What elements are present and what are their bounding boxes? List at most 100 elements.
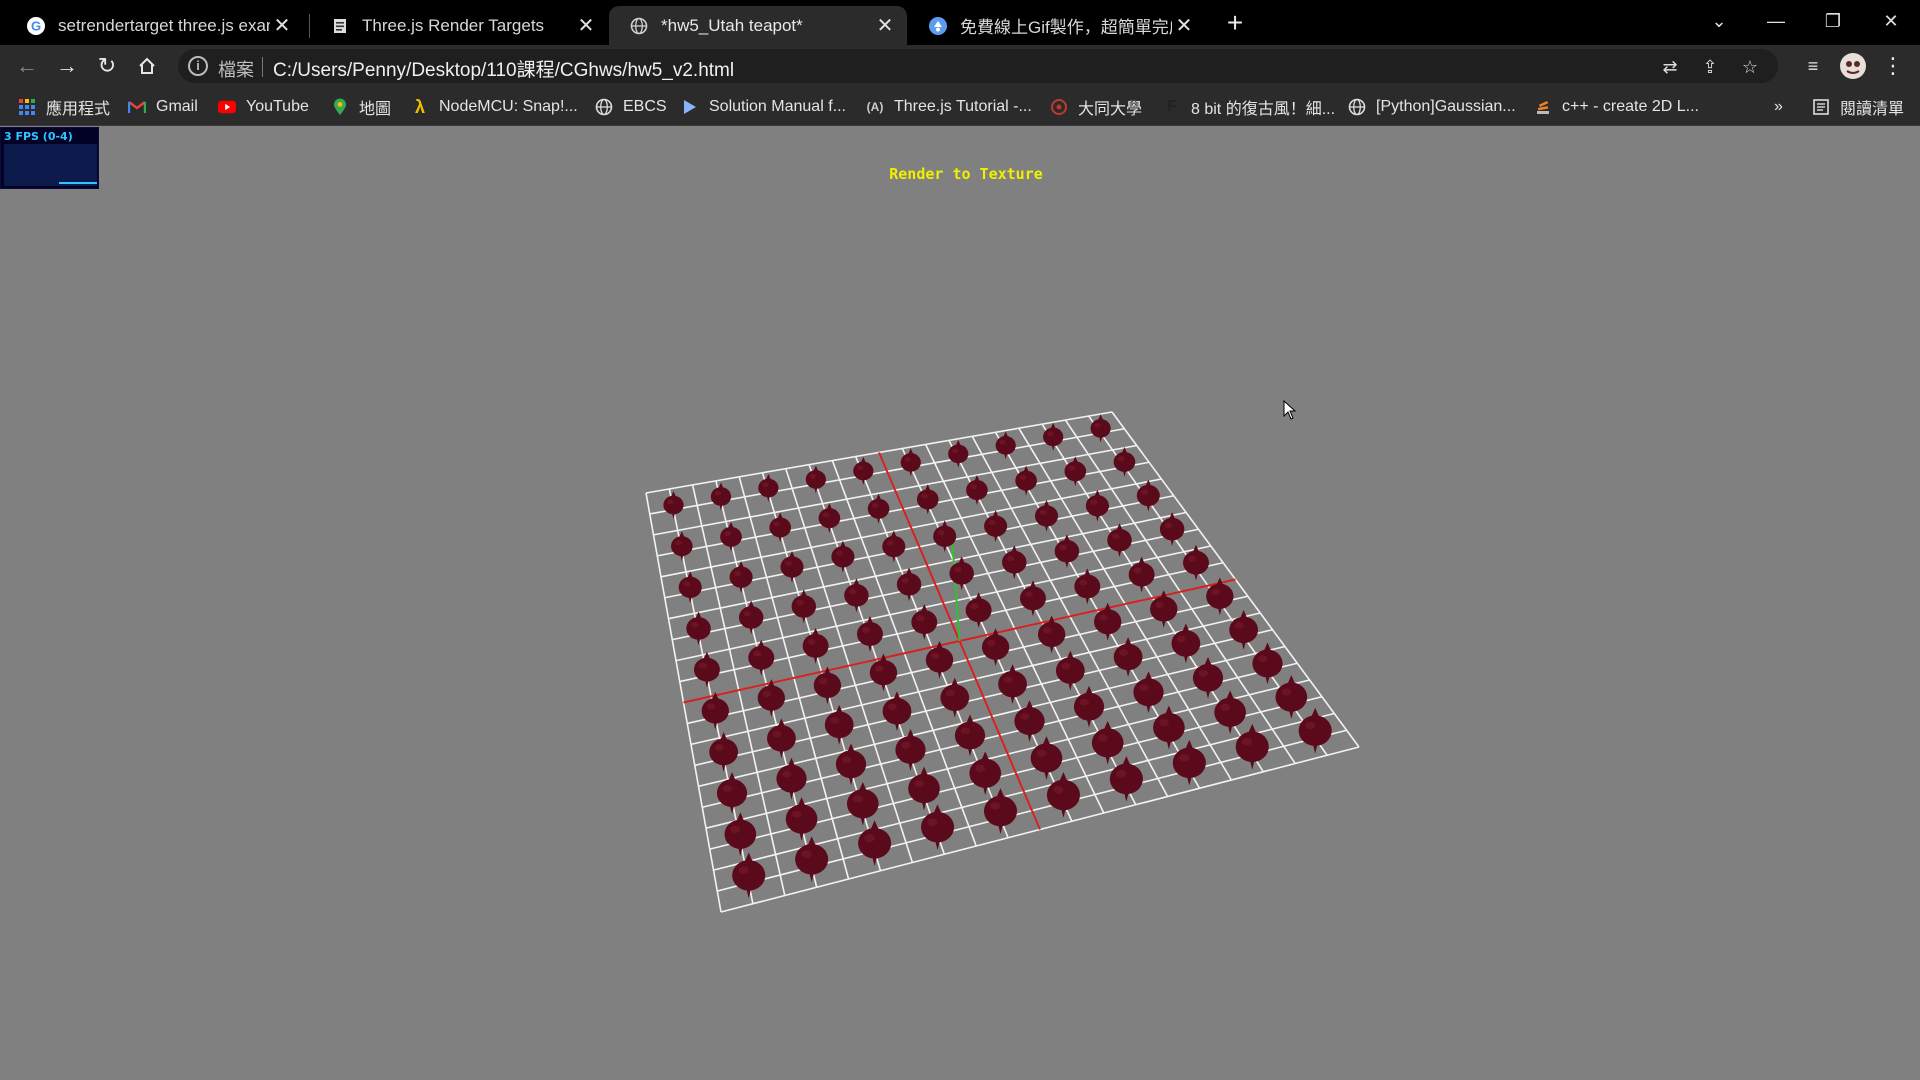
teapot (776, 757, 807, 800)
teapot (732, 852, 766, 899)
restore-icon[interactable]: ❐ (1813, 6, 1853, 36)
bookmark-label: c++ - create 2D L... (1562, 98, 1699, 115)
more-bookmarks-chevron-icon[interactable]: » (1774, 96, 1783, 118)
bookmark-tatung-university[interactable]: 大同大學 (1050, 96, 1142, 118)
teapot (795, 836, 829, 883)
university-icon (1050, 98, 1068, 116)
bookmark-star-icon[interactable]: ☆ (1739, 56, 1761, 78)
teapot (1229, 609, 1259, 650)
bookmark-label: YouTube (246, 98, 309, 115)
teapot (663, 491, 684, 520)
globe-icon (629, 16, 649, 36)
browser-toolbar: ← → ↻ i 檔案 C:/Users/Penny/Desktop/110課程/… (0, 45, 1920, 87)
reading-list-button[interactable]: 閱讀清單 (1812, 96, 1904, 118)
lambda-icon: λ (414, 96, 425, 117)
bookmark-threejs-tutorial[interactable]: (A) Three.js Tutorial -... (866, 96, 1032, 118)
youtube-icon (218, 98, 236, 116)
bookmark-apps[interactable]: 應用程式 (18, 96, 110, 118)
share-icon[interactable]: ⇪ (1699, 56, 1721, 78)
teapot (1015, 465, 1037, 496)
bookmarks-bar: 應用程式 Gmail YouTube 地圖 λ NodeMCU: Snap!..… (0, 87, 1920, 126)
teapot (969, 751, 1002, 796)
address-bar[interactable]: i 檔案 C:/Users/Penny/Desktop/110課程/CGhws/… (178, 49, 1778, 83)
teapot (710, 482, 732, 511)
close-icon[interactable]: ✕ (270, 14, 294, 38)
info-icon[interactable]: i (188, 56, 208, 76)
tab-threejs-render-targets[interactable]: Three.js Render Targets ✕ (310, 6, 608, 45)
bookmark-gmail[interactable]: Gmail (128, 96, 198, 118)
gmail-icon (128, 98, 146, 116)
bookmark-label: 大同大學 (1078, 101, 1143, 118)
teapot (1183, 544, 1209, 581)
document-icon (330, 16, 350, 36)
avatar[interactable] (1838, 51, 1868, 81)
close-icon[interactable]: ✕ (574, 14, 598, 38)
bookmark-label: Gmail (156, 98, 198, 115)
tab-hw5-utah-teapot[interactable]: *hw5_Utah teapot* ✕ (609, 6, 907, 45)
webgl-canvas[interactable]: 3 FPS (0-4) Render to Texture (0, 127, 1920, 1080)
teapot (716, 772, 748, 814)
forward-arrow-icon[interactable]: → (52, 51, 82, 81)
teapot (1043, 422, 1064, 451)
bookmark-label: Three.js Tutorial -... (894, 98, 1032, 115)
bookmark-label: NodeMCU: Snap!... (439, 98, 578, 115)
apps-grid-icon (18, 98, 36, 116)
fps-label: 3 FPS (0-4) (4, 130, 73, 143)
bookmark-8bit[interactable]: F 8 bit 的復古風！細... (1163, 96, 1335, 118)
tab-search-chevron-icon[interactable]: ⌄ (1699, 6, 1739, 36)
teapot (954, 714, 986, 757)
media-control-icon[interactable]: ≡ (1798, 51, 1828, 81)
new-tab-button[interactable]: + (1220, 8, 1250, 38)
teapot (1192, 656, 1224, 699)
play-arrow-icon (681, 98, 699, 116)
translate-icon[interactable]: ⇄ (1659, 56, 1681, 78)
teapot (1171, 623, 1201, 664)
teapot (835, 743, 867, 786)
google-icon: G (26, 16, 46, 36)
tab-label: 免費線上Gif製作，超簡單完成影 (960, 18, 1172, 37)
teapot (678, 571, 702, 604)
bookmark-python-gaussian[interactable]: [Python]Gaussian... (1348, 96, 1516, 118)
teapot (1085, 489, 1109, 522)
teapot (785, 797, 818, 841)
bookmark-solution-manual[interactable]: Solution Manual f... (681, 96, 846, 118)
bookmark-maps[interactable]: 地圖 (331, 96, 391, 118)
minimize-icon[interactable]: — (1756, 6, 1796, 36)
scheme-label: 檔案 (218, 60, 254, 80)
tab-label: setrendertarget three.js examp (58, 15, 270, 35)
teapot (693, 651, 720, 688)
teapot-scene (645, 411, 1360, 913)
reading-list-icon (1812, 98, 1830, 116)
bookmark-cpp-2d[interactable]: c++ - create 2D L... (1534, 96, 1699, 118)
home-icon[interactable] (132, 51, 162, 81)
tab-gif-maker[interactable]: 免費線上Gif製作，超簡單完成影 ✕ (908, 6, 1206, 45)
teapot (908, 766, 940, 811)
teapot (1206, 577, 1234, 616)
teapot (709, 731, 739, 772)
bookmark-ebcs[interactable]: EBCS (595, 96, 667, 118)
page-title: Render to Texture (889, 165, 1043, 183)
teapot (729, 561, 753, 594)
tab-setrendertarget[interactable]: G setrendertarget three.js examp ✕ (6, 6, 304, 45)
close-window-icon[interactable]: ✕ (1871, 6, 1911, 36)
teapot (738, 600, 764, 635)
bookmark-label: Solution Manual f... (709, 98, 846, 115)
reload-icon[interactable]: ↻ (92, 51, 122, 81)
teapot (767, 718, 796, 759)
close-icon[interactable]: ✕ (1172, 14, 1196, 38)
back-arrow-icon[interactable]: ← (12, 51, 42, 81)
tab-strip: G setrendertarget three.js examp ✕ Three… (0, 0, 1920, 45)
teapot (896, 567, 922, 602)
close-icon[interactable]: ✕ (873, 14, 897, 38)
teapot (853, 456, 874, 485)
teapot (671, 531, 693, 562)
teapot (1113, 637, 1143, 677)
bookmark-youtube[interactable]: YouTube (218, 96, 309, 118)
teapot (1113, 446, 1136, 477)
bookmark-nodemcu[interactable]: λ NodeMCU: Snap!... (411, 96, 578, 118)
url-text[interactable]: C:/Users/Penny/Desktop/110課程/CGhws/hw5_v… (273, 55, 734, 82)
teapot (867, 493, 890, 524)
teapot (844, 578, 869, 613)
menu-kebab-icon[interactable]: ⋮ (1878, 51, 1908, 81)
mouse-cursor-icon (1283, 399, 1297, 425)
